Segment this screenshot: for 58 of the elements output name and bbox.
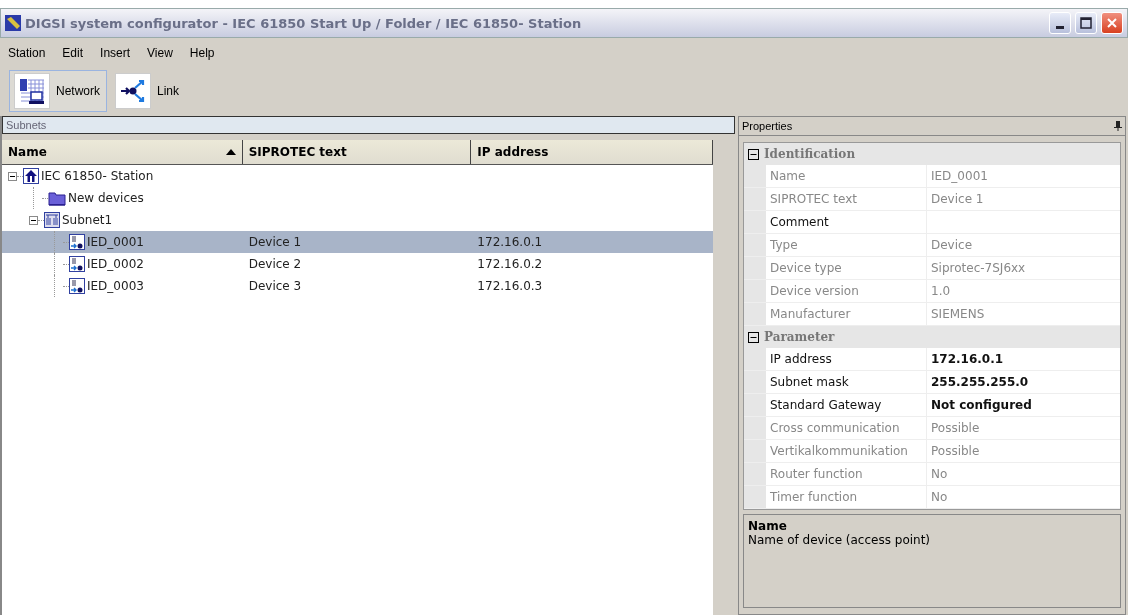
close-button[interactable] (1101, 12, 1123, 34)
toolbar-button[interactable]: Network (9, 70, 107, 112)
collapse-icon[interactable] (748, 148, 759, 160)
column-header[interactable]: IP address (471, 140, 713, 164)
panel-title: Properties (742, 120, 793, 132)
minimize-button[interactable] (1049, 12, 1071, 34)
tree-row[interactable]: IED_0003 Device 3 172.16.0.3 (2, 275, 713, 297)
menu-item[interactable]: View (147, 46, 173, 60)
maximize-button[interactable] (1075, 12, 1097, 34)
group-title: Identification (764, 147, 856, 161)
maximize-icon (1080, 17, 1092, 29)
tree-row[interactable]: New devices (2, 187, 713, 209)
tree-row[interactable]: IEC 61850- Station (2, 165, 713, 187)
column-header[interactable]: Name (2, 140, 243, 164)
table-cell: 172.16.0.1 (477, 235, 543, 249)
sort-icon (225, 149, 236, 155)
column-header[interactable]: SIPROTEC text (242, 140, 472, 164)
panel-title: Subnets (2, 116, 735, 134)
tree-item-label: IEC 61850- Station (41, 169, 154, 183)
folder-icon (48, 190, 66, 206)
expander-icon[interactable] (8, 171, 17, 181)
menu-item[interactable]: Insert (100, 46, 131, 60)
device-icon (69, 256, 85, 272)
tree-row[interactable]: Subnet1 (2, 209, 713, 231)
tree-row[interactable]: IED_0002 Device 2 172.16.0.2 (2, 253, 713, 275)
tree-item-label: IED_0001 (87, 235, 144, 249)
property-label: Type (766, 234, 927, 256)
pin-icon[interactable] (1114, 121, 1122, 131)
tree-row[interactable]: IED_0001 Device 1 172.16.0.1 (2, 231, 713, 253)
help-title: Name (748, 519, 788, 533)
tree-item-label: IED_0002 (87, 257, 144, 271)
close-icon (1106, 17, 1118, 29)
network-icon (14, 73, 50, 109)
menu-item[interactable]: Edit (62, 46, 84, 60)
table-cell: Device 3 (248, 279, 302, 293)
menu-item[interactable]: Station (8, 46, 46, 60)
minimize-icon (1056, 25, 1064, 29)
window-title: DIGSI system configurator - IEC 61850 Start Up / Folder / IEC 61850- Station (25, 15, 582, 31)
link-icon (115, 73, 151, 109)
network-icon (44, 212, 60, 228)
menu-item[interactable]: Help (189, 46, 215, 60)
tree-item-label: IED_0003 (87, 279, 144, 293)
app-icon (5, 15, 21, 31)
table-cell: Device 2 (248, 257, 302, 271)
table-cell: 172.16.0.2 (477, 257, 543, 271)
table-cell: Device 1 (248, 235, 302, 249)
group-title: Parameter (764, 330, 835, 344)
house-icon (23, 168, 39, 184)
device-icon (69, 234, 85, 250)
help-text: Name of device (access point) (748, 533, 932, 547)
tree-item-label: Subnet1 (62, 213, 113, 227)
tree-item-label: New devices (68, 191, 144, 205)
expander-icon[interactable] (29, 215, 38, 225)
property-label: Timer function (766, 486, 927, 508)
toolbar-button[interactable]: Link (110, 70, 187, 112)
device-icon (69, 278, 85, 294)
collapse-icon[interactable] (748, 331, 759, 343)
table-cell: 172.16.0.3 (477, 279, 543, 293)
